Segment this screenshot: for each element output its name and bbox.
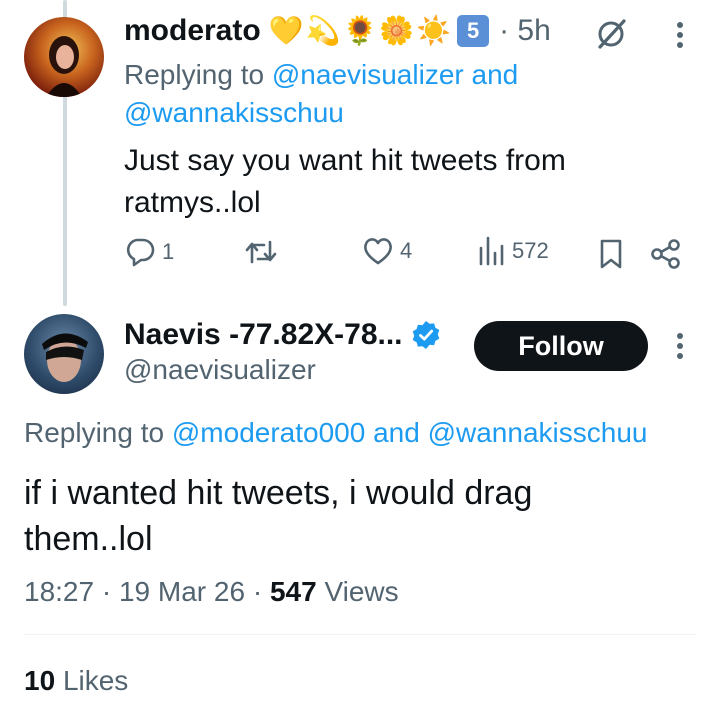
tweet2-replying-to: Replying to @moderato000 and @wannakissc… [24, 414, 647, 452]
views-count: 572 [512, 238, 549, 263]
tweet2-text: if i wanted hit tweets, i would drag the… [24, 470, 532, 562]
avatar-naevis[interactable] [24, 314, 104, 394]
reply-icon [126, 238, 155, 267]
mention-and: and [471, 59, 519, 90]
meta-separator: · [252, 576, 263, 607]
tweet2-text-line1: if i wanted hit tweets, i would drag [24, 474, 533, 512]
tweet1-author-name[interactable]: moderato [124, 14, 261, 48]
tweet1-replying-to: Replying to @naevisualizer and @wannakis… [124, 56, 644, 132]
emoji-sunflower: 🌻 [342, 15, 378, 46]
like-count: 4 [400, 238, 413, 263]
avatar-moderato[interactable] [24, 17, 104, 97]
replying-label: Replying to [124, 59, 265, 90]
avatar-image [46, 36, 82, 97]
tweet2-time[interactable]: 18:27 [24, 576, 94, 607]
emoji-keycap-five: 5 [457, 15, 490, 47]
likes-summary[interactable]: 10 Likes [24, 665, 128, 697]
reply-button[interactable]: 1 [124, 236, 174, 268]
tweet1-text-line2: ratmys..lol [124, 186, 261, 219]
views-count: 547 [269, 576, 317, 607]
tweet1-more-icon[interactable] [668, 19, 692, 56]
mention-and: and [373, 417, 420, 448]
emoji-dizzy: 💫 [305, 15, 341, 46]
grok-icon[interactable] [594, 17, 628, 56]
mention-naevisualizer[interactable]: @naevisualizer [272, 59, 464, 90]
verified-icon [411, 320, 441, 350]
tweet1-time[interactable]: · 5h [499, 14, 551, 48]
likes-label: Likes [62, 665, 129, 696]
emoji-yellow-heart: 💛 [268, 15, 304, 46]
tweet1-text-line1: Just say you want hit tweets from [124, 144, 566, 177]
views-label: Views [324, 576, 399, 607]
tweet2-author-row: Naevis -77.82X-78... [124, 318, 441, 352]
tweet2-author-name[interactable]: Naevis -77.82X-78... [124, 318, 403, 352]
retweet-icon [245, 240, 277, 264]
views-button[interactable]: 572 [478, 236, 549, 266]
tweet2-more-icon[interactable] [668, 330, 692, 367]
divider [24, 634, 696, 635]
like-button[interactable]: 4 [362, 236, 412, 266]
emoji-blossom: 🌼 [379, 15, 415, 46]
meta-separator: · [101, 576, 112, 607]
like-icon [364, 238, 392, 265]
tweet2-meta: 18:27 · 19 Mar 26 · 547 Views [24, 576, 399, 608]
tweet1-text: Just say you want hit tweets from ratmys… [124, 140, 566, 224]
reply-count: 1 [162, 239, 175, 264]
mention-wannakisschuu[interactable]: @wannakisschuu [428, 417, 648, 448]
tweet1-name-emojis: 💛 💫 🌻 🌼 ☀️ 5 [268, 15, 490, 47]
tweet2-date[interactable]: 19 Mar 26 [119, 576, 245, 607]
avatar-image [42, 333, 88, 382]
replying-label: Replying to [24, 417, 165, 448]
tweet2-handle[interactable]: @naevisualizer [124, 354, 316, 386]
retweet-button[interactable] [244, 236, 278, 268]
bookmark-icon[interactable] [598, 238, 624, 275]
follow-button[interactable]: Follow [474, 321, 648, 371]
tweet2-text-line2: them..lol [24, 520, 153, 558]
mention-wannakisschuu[interactable]: @wannakisschuu [124, 97, 344, 128]
views-icon [479, 236, 504, 266]
emoji-sun: ☀️ [416, 15, 452, 46]
tweet1-header: moderato 💛 💫 🌻 🌼 ☀️ 5 · 5h [124, 14, 551, 48]
mention-moderato000[interactable]: @moderato000 [172, 417, 365, 448]
share-icon[interactable] [650, 238, 682, 275]
likes-count: 10 [24, 665, 56, 696]
